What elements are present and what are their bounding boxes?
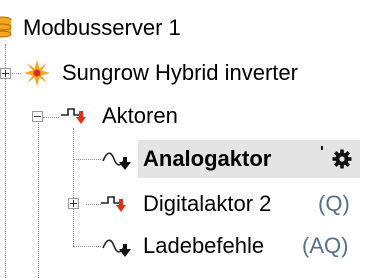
tree-item-digitalaktor-2[interactable]: Digitalaktor 2 (Q) <box>0 184 367 224</box>
tree-item-label: Modbusserver 1 <box>23 15 181 40</box>
analog-actor-icon <box>102 152 131 170</box>
tree-item-label: Digitalaktor 2 <box>143 191 272 216</box>
gear-icon[interactable] <box>332 149 352 169</box>
tree-item-type-suffix: (Q) <box>318 191 350 216</box>
tree-item-marker: ' <box>320 144 324 161</box>
tree-item-analogaktor[interactable]: Analogaktor ' <box>0 139 367 179</box>
tree-item-label: Analogaktor <box>143 146 272 171</box>
actor-folder-icon <box>61 108 86 124</box>
tree-item-aktoren[interactable]: Aktoren <box>0 96 367 136</box>
tree-item-modbusserver[interactable]: Modbusserver 1 <box>0 8 367 48</box>
tree-item-sungrow-hybrid-inverter[interactable]: Sungrow Hybrid inverter <box>0 53 367 93</box>
sungrow-logo-icon <box>24 60 50 86</box>
modbus-server-icon <box>0 16 12 38</box>
analog-actor-icon <box>102 239 131 257</box>
tree-item-type-suffix: (AQ) <box>302 233 349 258</box>
tree-item-label: Aktoren <box>102 103 178 128</box>
tree-item-label: Sungrow Hybrid inverter <box>62 60 298 85</box>
tree-item-label: Ladebefehle <box>143 233 265 258</box>
project-tree: Modbusserver 1 Sungrow Hybrid inverter A… <box>0 0 367 278</box>
digital-actor-icon <box>101 196 126 212</box>
tree-item-ladebefehle[interactable]: Ladebefehle (AQ) <box>0 226 367 266</box>
